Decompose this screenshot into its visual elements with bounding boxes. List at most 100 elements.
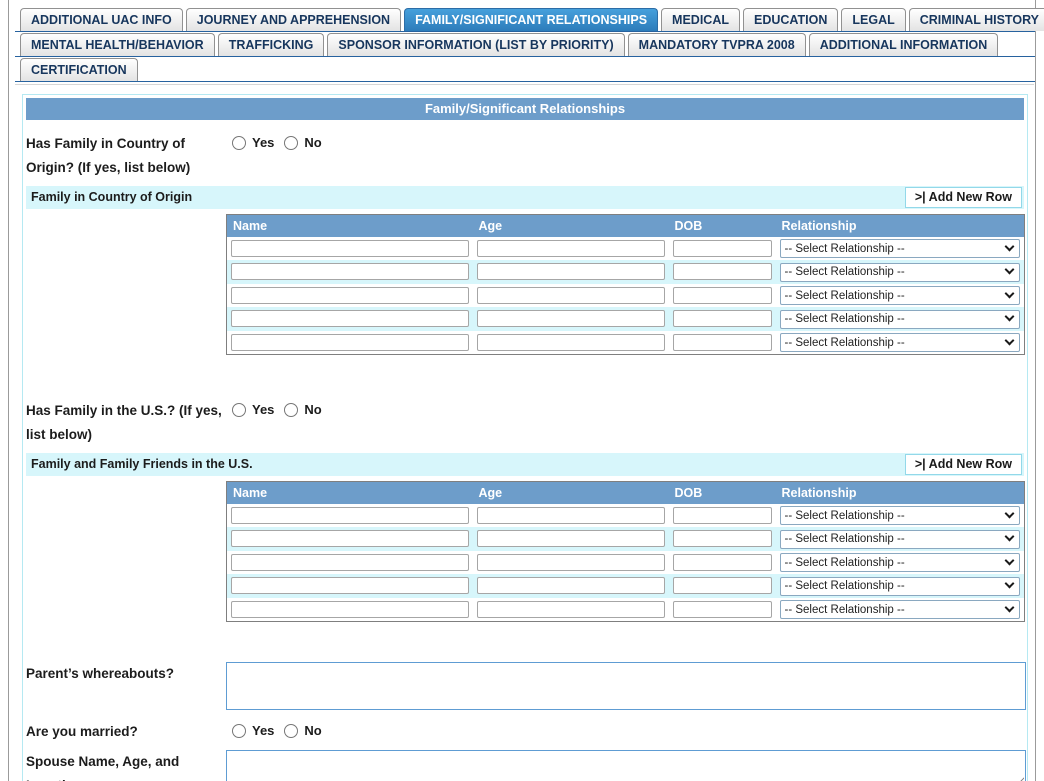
name-input[interactable] <box>231 507 469 524</box>
tab-row-2: MENTAL HEALTH/BEHAVIOR TRAFFICKING SPONS… <box>15 33 1035 57</box>
column-header-dob: DOB <box>669 482 776 504</box>
question-married: Are you married? Yes No <box>26 720 1024 744</box>
table-row: -- Select Relationship -- <box>227 331 1025 355</box>
tab-mandatory-tvpra-2008[interactable]: MANDATORY TVPRA 2008 <box>628 33 806 56</box>
age-input[interactable] <box>477 507 665 524</box>
table-row: -- Select Relationship -- <box>227 284 1025 308</box>
family-origin-radio-group: Yes No <box>226 132 322 150</box>
married-no-radio[interactable] <box>284 724 298 738</box>
tab-trafficking[interactable]: TRAFFICKING <box>218 33 325 56</box>
tab-legal[interactable]: LEGAL <box>841 8 905 31</box>
married-yes-radio[interactable] <box>232 724 246 738</box>
age-input[interactable] <box>477 577 665 594</box>
table-row: -- Select Relationship -- <box>227 527 1025 551</box>
no-label: No <box>304 135 321 150</box>
married-label: Are you married? <box>26 720 226 744</box>
relationship-select[interactable]: -- Select Relationship -- <box>780 553 1021 572</box>
relationship-select[interactable]: -- Select Relationship -- <box>780 600 1021 619</box>
tab-education[interactable]: EDUCATION <box>743 8 838 31</box>
name-input[interactable] <box>231 287 469 304</box>
relationship-select[interactable]: -- Select Relationship -- <box>780 530 1021 549</box>
relationship-select[interactable]: -- Select Relationship -- <box>780 506 1021 525</box>
table-row: -- Select Relationship -- <box>227 598 1025 622</box>
tab-criminal-history[interactable]: CRIMINAL HISTORY <box>909 8 1044 31</box>
name-input[interactable] <box>231 554 469 571</box>
tab-certification[interactable]: CERTIFICATION <box>20 58 138 81</box>
section-family-origin-label: Family in Country of Origin <box>31 190 192 204</box>
parents-whereabouts-label: Parent’s whereabouts? <box>26 662 226 686</box>
name-input[interactable] <box>231 601 469 618</box>
section-family-us: Family and Family Friends in the U.S. >|… <box>26 453 1024 476</box>
section-family-us-label: Family and Family Friends in the U.S. <box>31 457 253 471</box>
column-header-relationship: Relationship <box>776 215 1025 237</box>
age-input[interactable] <box>477 334 665 351</box>
column-header-name: Name <box>227 215 473 237</box>
relationship-select[interactable]: -- Select Relationship -- <box>780 310 1021 329</box>
family-us-yes-radio[interactable] <box>232 403 246 417</box>
table-row: -- Select Relationship -- <box>227 307 1025 331</box>
family-us-no-radio[interactable] <box>284 403 298 417</box>
age-input[interactable] <box>477 310 665 327</box>
name-input[interactable] <box>231 263 469 280</box>
relationship-select[interactable]: -- Select Relationship -- <box>780 239 1021 258</box>
table-row: -- Select Relationship -- <box>227 237 1025 261</box>
parents-whereabouts-textarea[interactable] <box>226 662 1026 710</box>
tab-strip-divider <box>15 82 1034 85</box>
table-row: -- Select Relationship -- <box>227 574 1025 598</box>
add-new-row-button-us[interactable]: >| Add New Row <box>905 454 1022 475</box>
name-input[interactable] <box>231 240 469 257</box>
no-label: No <box>304 723 321 738</box>
tab-mental-health-behavior[interactable]: MENTAL HEALTH/BEHAVIOR <box>20 33 215 56</box>
name-input[interactable] <box>231 334 469 351</box>
dob-input[interactable] <box>673 240 772 257</box>
relationship-select[interactable]: -- Select Relationship -- <box>780 286 1021 305</box>
column-header-dob: DOB <box>669 215 776 237</box>
dob-input[interactable] <box>673 334 772 351</box>
age-input[interactable] <box>477 601 665 618</box>
dob-input[interactable] <box>673 577 772 594</box>
spouse-label: Spouse Name, Age, and Location: <box>26 750 226 781</box>
family-origin-yes-radio[interactable] <box>232 136 246 150</box>
add-new-row-button-origin[interactable]: >| Add New Row <box>905 187 1022 208</box>
family-origin-no-radio[interactable] <box>284 136 298 150</box>
relationship-select[interactable]: -- Select Relationship -- <box>780 577 1021 596</box>
dob-input[interactable] <box>673 601 772 618</box>
column-header-age: Age <box>473 482 669 504</box>
dob-input[interactable] <box>673 554 772 571</box>
name-input[interactable] <box>231 530 469 547</box>
column-header-age: Age <box>473 215 669 237</box>
age-input[interactable] <box>477 263 665 280</box>
question-spouse: Spouse Name, Age, and Location: <box>26 750 1024 781</box>
question-family-origin: Has Family in Country of Origin? (If yes… <box>26 132 1024 180</box>
tab-additional-information[interactable]: ADDITIONAL INFORMATION <box>809 33 999 56</box>
column-header-name: Name <box>227 482 473 504</box>
name-input[interactable] <box>231 310 469 327</box>
relationship-select[interactable]: -- Select Relationship -- <box>780 333 1021 352</box>
tab-family-significant-relationships[interactable]: FAMILY/SIGNIFICANT RELATIONSHIPS <box>404 8 658 31</box>
age-input[interactable] <box>477 554 665 571</box>
tab-additional-uac-info[interactable]: ADDITIONAL UAC INFO <box>20 8 183 31</box>
question-family-us: Has Family in the U.S.? (If yes, list be… <box>26 399 1024 447</box>
relationship-select[interactable]: -- Select Relationship -- <box>780 263 1021 282</box>
tab-sponsor-information[interactable]: SPONSOR INFORMATION (LIST BY PRIORITY) <box>327 33 624 56</box>
family-us-radio-group: Yes No <box>226 399 322 417</box>
yes-label: Yes <box>252 723 274 738</box>
dob-input[interactable] <box>673 287 772 304</box>
tab-journey-and-apprehension[interactable]: JOURNEY AND APPREHENSION <box>186 8 401 31</box>
question-parents-whereabouts: Parent’s whereabouts? <box>26 662 1024 710</box>
family-us-table: Name Age DOB Relationship -- Select Rela… <box>226 481 1025 622</box>
dob-input[interactable] <box>673 263 772 280</box>
table-row: -- Select Relationship -- <box>227 551 1025 575</box>
age-input[interactable] <box>477 240 665 257</box>
table-row: -- Select Relationship -- <box>227 260 1025 284</box>
dob-input[interactable] <box>673 507 772 524</box>
family-relationships-panel: Family/Significant Relationships Has Fam… <box>22 94 1028 781</box>
question-family-us-label: Has Family in the U.S.? (If yes, list be… <box>26 399 226 447</box>
tab-medical[interactable]: MEDICAL <box>661 8 740 31</box>
age-input[interactable] <box>477 530 665 547</box>
age-input[interactable] <box>477 287 665 304</box>
dob-input[interactable] <box>673 310 772 327</box>
spouse-textarea[interactable] <box>226 750 1026 781</box>
name-input[interactable] <box>231 577 469 594</box>
dob-input[interactable] <box>673 530 772 547</box>
